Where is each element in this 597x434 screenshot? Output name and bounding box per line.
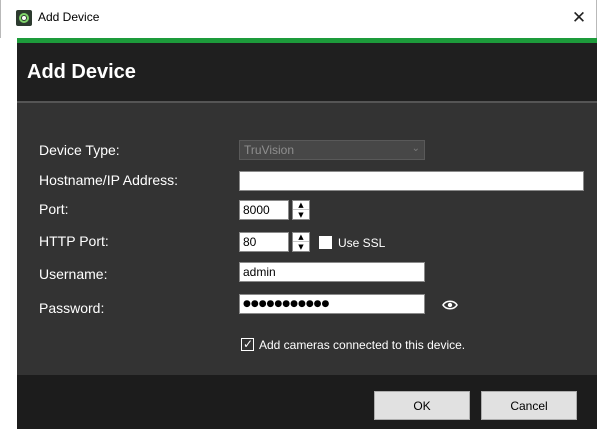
password-input[interactable]: ●●●●●●●●●●●: [239, 294, 425, 314]
window-titlebar: Add Device ✕: [0, 0, 597, 38]
dialog-heading: Add Device: [27, 61, 136, 83]
http-port-increment-button[interactable]: ▲: [293, 233, 309, 242]
port-label: Port:: [39, 201, 69, 217]
port-stepper[interactable]: ▲ ▼: [292, 200, 310, 220]
http-port-decrement-button[interactable]: ▼: [293, 242, 309, 251]
cancel-button[interactable]: Cancel: [481, 391, 577, 420]
password-label: Password:: [39, 300, 105, 316]
eye-icon[interactable]: [442, 298, 458, 312]
http-port-label: HTTP Port:: [39, 233, 109, 249]
header-divider: [17, 101, 597, 103]
use-ssl-checkbox[interactable]: [319, 236, 332, 249]
use-ssl-label: Use SSL: [338, 236, 386, 250]
close-button[interactable]: ✕: [562, 0, 596, 36]
port-decrement-button[interactable]: ▼: [293, 210, 309, 219]
add-cameras-label: Add cameras connected to this device.: [259, 338, 466, 352]
device-type-label: Device Type:: [39, 142, 120, 158]
device-type-value: TruVision: [244, 143, 295, 157]
port-input[interactable]: 8000: [239, 200, 289, 220]
add-device-dialog: Add Device Device Type: TruVision ⌄ Host…: [17, 43, 597, 429]
truvision-app-icon: [16, 10, 32, 26]
http-port-stepper[interactable]: ▲ ▼: [292, 232, 310, 252]
ok-button[interactable]: OK: [374, 391, 470, 420]
dialog-footer: OK Cancel: [17, 375, 597, 429]
window-title: Add Device: [38, 10, 100, 24]
port-increment-button[interactable]: ▲: [293, 201, 309, 210]
username-label: Username:: [39, 266, 108, 282]
hostname-label: Hostname/IP Address:: [39, 172, 179, 188]
device-type-select[interactable]: TruVision ⌄: [239, 140, 425, 160]
dialog-header: Add Device: [17, 43, 597, 101]
add-cameras-checkbox[interactable]: ✓: [241, 337, 254, 351]
username-input[interactable]: admin: [239, 262, 425, 282]
http-port-input[interactable]: 80: [239, 232, 289, 252]
check-icon: ✓: [243, 337, 254, 351]
chevron-down-icon: ⌄: [411, 143, 420, 154]
hostname-input[interactable]: [239, 171, 584, 191]
